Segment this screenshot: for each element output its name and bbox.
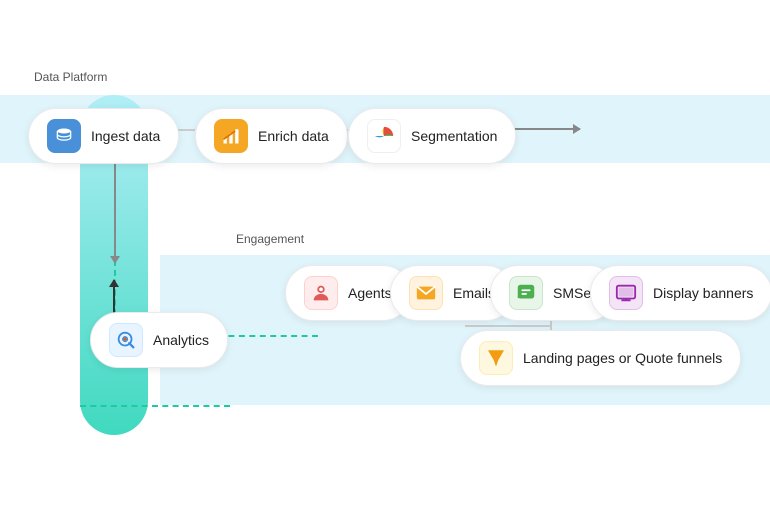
dashed-h-analytics bbox=[218, 335, 318, 337]
landing-label: Landing pages or Quote funnels bbox=[523, 349, 722, 367]
pill-segmentation: Segmentation bbox=[348, 108, 516, 164]
diagram-container: Data Platform Engagement Ingest data bbox=[0, 0, 770, 510]
label-engagement: Engagement bbox=[230, 230, 310, 248]
segmentation-icon bbox=[367, 119, 401, 153]
analytics-label: Analytics bbox=[153, 332, 209, 348]
pill-ingest: Ingest data bbox=[28, 108, 179, 164]
display-icon bbox=[609, 276, 643, 310]
analytics-icon bbox=[109, 323, 143, 357]
landing-icon bbox=[479, 341, 513, 375]
enrich-label: Enrich data bbox=[258, 128, 329, 144]
pill-analytics: Analytics bbox=[90, 312, 228, 368]
agents-icon bbox=[304, 276, 338, 310]
pill-display: Display banners bbox=[590, 265, 770, 321]
agents-label: Agents bbox=[348, 285, 392, 301]
dashed-h-bottom bbox=[80, 405, 230, 407]
pill-landing: Landing pages or Quote funnels bbox=[460, 330, 741, 386]
emails-label: Emails bbox=[453, 285, 495, 301]
ingest-icon bbox=[47, 119, 81, 153]
segmentation-label: Segmentation bbox=[411, 128, 497, 144]
label-data-platform: Data Platform bbox=[28, 68, 113, 86]
display-label: Display banners bbox=[653, 285, 753, 301]
emails-icon bbox=[409, 276, 443, 310]
ingest-label: Ingest data bbox=[91, 128, 160, 144]
smses-icon bbox=[509, 276, 543, 310]
pill-enrich: Enrich data bbox=[195, 108, 348, 164]
enrich-icon bbox=[214, 119, 248, 153]
